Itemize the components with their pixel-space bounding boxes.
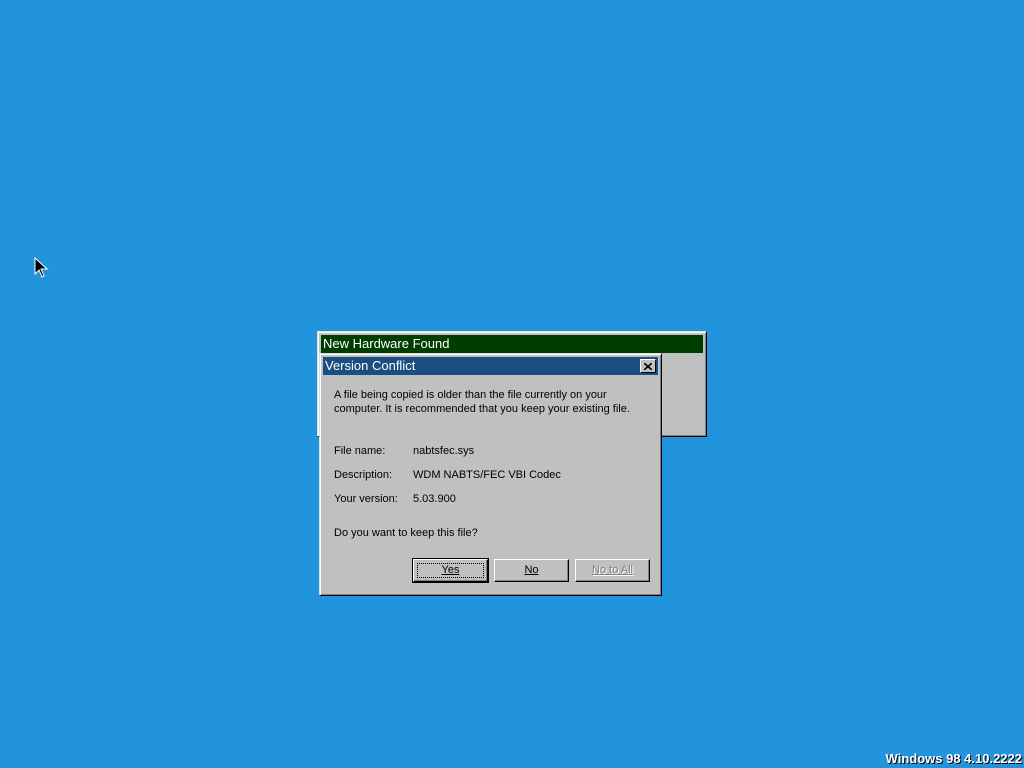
file-name-label: File name: xyxy=(334,445,386,457)
focus-rectangle xyxy=(417,563,484,578)
no-to-all-button-label: No to All xyxy=(592,564,633,576)
close-button[interactable] xyxy=(640,359,656,373)
description-value: WDM NABTS/FEC VBI Codec xyxy=(413,469,561,481)
window-title: New Hardware Found xyxy=(323,336,450,351)
desktop: New Hardware Found Version Conflict A fi… xyxy=(0,0,1024,768)
mouse-cursor-icon xyxy=(34,257,49,278)
dialog-title: Version Conflict xyxy=(325,358,416,373)
keep-file-question: Do you want to keep this file? xyxy=(334,527,478,539)
yes-button[interactable]: Yes xyxy=(412,558,489,583)
close-icon xyxy=(644,362,652,370)
description-label: Description: xyxy=(334,469,393,481)
no-to-all-button[interactable]: No to All xyxy=(575,559,650,582)
windows-version-text: Windows 98 4.10.2222 xyxy=(885,751,1022,766)
dialog-message: A file being copied is older than the fi… xyxy=(334,389,630,415)
your-version-label: Your version: xyxy=(334,493,398,505)
window-title-bar[interactable]: New Hardware Found xyxy=(321,335,703,353)
dialog-title-bar[interactable]: Version Conflict xyxy=(323,357,658,375)
no-button-label: No xyxy=(524,564,539,576)
file-name-value: nabtsfec.sys xyxy=(413,445,475,457)
version-conflict-dialog: Version Conflict A file being copied is … xyxy=(319,353,662,596)
your-version-value: 5.03.900 xyxy=(413,493,456,505)
no-button[interactable]: No xyxy=(494,559,569,582)
